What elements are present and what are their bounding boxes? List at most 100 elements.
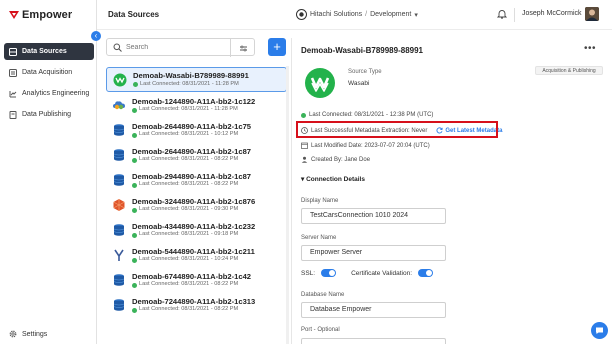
source-type-label: Source Type: [348, 69, 382, 75]
list-item-text: Demoab-6744890-A11A-bb2-1c42 Last Connect…: [132, 273, 251, 288]
publishing-icon: [9, 110, 17, 119]
app-name: Empower: [22, 9, 73, 21]
filter-icon: [240, 45, 247, 51]
list-item-title: Demoab-2944890-A11A-bb2-1c87: [132, 171, 252, 181]
server-name-field[interactable]: Empower Server: [301, 245, 446, 261]
port-field[interactable]: [301, 338, 446, 344]
list-item-connected: Last Connected: 08/31/2021 - 11:28 PM: [139, 106, 238, 113]
sidebar-item-data-sources[interactable]: Data Sources: [4, 43, 94, 60]
app-logo[interactable]: Empower: [9, 9, 72, 21]
user-name[interactable]: Joseph McCormick: [522, 10, 582, 17]
list-item-connected: Last Connected: 08/31/2021 - 08:22 PM: [139, 181, 239, 188]
list-item[interactable]: Demoab-7244890-A11A-bb2-1c313 Last Connec…: [106, 294, 287, 318]
bell-icon[interactable]: [497, 9, 507, 19]
list-item-status: Last Connected: 08/31/2021 - 10:24 PM: [132, 257, 255, 263]
sidebar-item-analytics-engineering[interactable]: Analytics Engineering: [4, 85, 94, 102]
status-ok-icon: [132, 182, 137, 188]
collapse-sidebar-button[interactable]: ‹: [91, 31, 101, 41]
sidebar-item-data-acquisition[interactable]: Data Acquisition: [4, 64, 94, 81]
connection-details-toggle[interactable]: ▾ Connection Details: [301, 175, 365, 183]
search-input[interactable]: [126, 43, 226, 51]
add-data-source-button[interactable]: +: [268, 38, 286, 56]
list-item[interactable]: Demoab-3244890-A11A-bb2-1c876 Last Connec…: [106, 194, 287, 218]
list-item-status: Last Connected: 08/31/2021 - 08:22 PM: [132, 182, 251, 188]
toggle-row: SSL: Certificate Validation:: [301, 269, 434, 277]
data-source-list: Demoab-Wasabi-B789989-88991 Last Connecte…: [106, 67, 287, 319]
list-scrollbar[interactable]: [286, 66, 289, 344]
chat-button[interactable]: [591, 322, 608, 339]
search-box: [106, 38, 256, 57]
list-item-title: Demoab-4344890-A11A-bb2-1c232: [132, 221, 256, 231]
status-ok-icon: [132, 157, 137, 163]
header: Data Sources Hitachi Solutions / Develop…: [97, 0, 612, 30]
search-icon: [113, 43, 122, 52]
source-type-icon: [112, 173, 126, 187]
source-type-value: Wasabi: [348, 80, 370, 87]
list-item-title: Demoab-2644890-A11A-bb2-1c75: [132, 121, 252, 131]
sidebar-item-data-publishing[interactable]: Data Publishing: [4, 106, 94, 123]
sidebar-item-label: Data Publishing: [22, 111, 72, 118]
filter-button[interactable]: [230, 39, 256, 57]
display-name-label: Display Name: [301, 198, 339, 204]
sidebar-item-settings[interactable]: Settings: [9, 330, 47, 338]
last-connected-text: Last Connected: 08/31/2021 - 12:38 PM (U…: [309, 112, 434, 118]
port-label: Port - Optional: [301, 327, 340, 333]
avatar-image: [585, 7, 599, 21]
list-item-text: Demoab-3244890-A11A-bb2-1c876 Last Connec…: [132, 198, 255, 213]
list-item[interactable]: Demoab-5444890-A11A-bb2-1c211 Last Connec…: [106, 244, 287, 268]
org-selector[interactable]: Hitachi Solutions / Development ▾: [296, 9, 418, 20]
source-type-icon: [112, 223, 126, 237]
list-item-text: Demoab-2944890-A11A-bb2-1c87 Last Connect…: [132, 173, 251, 188]
status-ok-icon: [133, 81, 138, 87]
page-title: Data Sources: [108, 10, 160, 19]
avatar[interactable]: [585, 7, 599, 21]
cert-validation-toggle[interactable]: [418, 269, 434, 277]
list-item-connected: Last Connected: 08/31/2021 - 08:22 PM: [139, 156, 239, 163]
list-item[interactable]: Demoab-2644890-A11A-bb2-1c75 Last Connect…: [106, 119, 287, 143]
status-ok-icon: [301, 112, 306, 118]
data-source-detail: Demoab-Wasabi-B789989-88991 ••• Acquisit…: [291, 38, 612, 344]
list-item-text: Demoab-Wasabi-B789989-88991 Last Connecte…: [133, 72, 249, 87]
list-item-status: Last Connected: 08/31/2021 - 11:28 PM: [132, 107, 255, 113]
ssl-label: SSL:: [301, 269, 316, 277]
connection-details-label: Connection Details: [306, 176, 365, 183]
list-item[interactable]: Demoab-1244890-A11A-bb2-1c122 Last Connec…: [106, 94, 287, 118]
list-item-connected: Last Connected: 08/31/2021 - 10:24 PM: [139, 256, 239, 263]
display-name-field[interactable]: TestCarsConnection 1010 2024: [301, 208, 446, 224]
ssl-toggle[interactable]: [321, 269, 337, 277]
list-item-text: Demoab-7244890-A11A-bb2-1c313 Last Connec…: [132, 298, 255, 313]
list-item-text: Demoab-5444890-A11A-bb2-1c211 Last Connec…: [132, 248, 255, 263]
list-item-status: Last Connected: 08/31/2021 - 08:22 PM: [132, 307, 255, 313]
list-item[interactable]: Demoab-2944890-A11A-bb2-1c87 Last Connect…: [106, 169, 287, 193]
data-source-list-panel: + Demoab-Wasabi-B789989-88991Last Connec…: [106, 38, 290, 344]
list-item-text: Demoab-2644890-A11A-bb2-1c87 Last Connect…: [132, 148, 251, 163]
list-item-status: Last Connected: 08/31/2021 - 10:12 PM: [132, 132, 251, 138]
list-item-status: Last Connected: 08/31/2021 - 08:22 PM: [132, 282, 251, 288]
header-divider: [514, 8, 515, 22]
list-item[interactable]: Demoab-6744890-A11A-bb2-1c42 Last Connect…: [106, 269, 287, 293]
status-ok-icon: [132, 207, 137, 213]
list-item[interactable]: Demoab-4344890-A11A-bb2-1c232 Last Connec…: [106, 219, 287, 243]
status-ok-icon: [132, 132, 137, 138]
list-item-title: Demoab-5444890-A11A-bb2-1c211: [132, 246, 255, 256]
status-ok-icon: [132, 282, 137, 288]
list-item[interactable]: Demoab-Wasabi-B789989-88991 Last Connecte…: [106, 67, 287, 92]
source-type-icon: [113, 73, 127, 87]
highlight-box: [296, 121, 498, 138]
source-type-icon: [112, 98, 126, 112]
database-name-field[interactable]: Database Empower: [301, 302, 446, 318]
last-modified-row: Last Modified Date: 2023-07-07 20:04 (UT…: [301, 142, 430, 149]
created-by-row: Created By: Jane Doe: [301, 156, 370, 163]
list-item-connected: Last Connected: 08/31/2021 - 08:22 PM: [139, 306, 239, 313]
more-options-icon[interactable]: •••: [584, 43, 596, 54]
list-item[interactable]: Demoab-2644890-A11A-bb2-1c87 Last Connect…: [106, 144, 287, 168]
empower-logo-icon: [9, 11, 19, 19]
server-name-label: Server Name: [301, 235, 337, 241]
list-item-connected: Last Connected: 08/31/2021 - 11:28 PM: [140, 80, 239, 87]
user-icon: [301, 156, 308, 163]
org-name: Hitachi Solutions: [310, 11, 363, 18]
last-modified-text: Last Modified Date: 2023-07-07 20:04 (UT…: [311, 142, 430, 149]
created-by-text: Created By: Jane Doe: [311, 156, 371, 163]
source-type-icon: [112, 123, 126, 137]
list-item-text: Demoab-2644890-A11A-bb2-1c75 Last Connect…: [132, 123, 251, 138]
